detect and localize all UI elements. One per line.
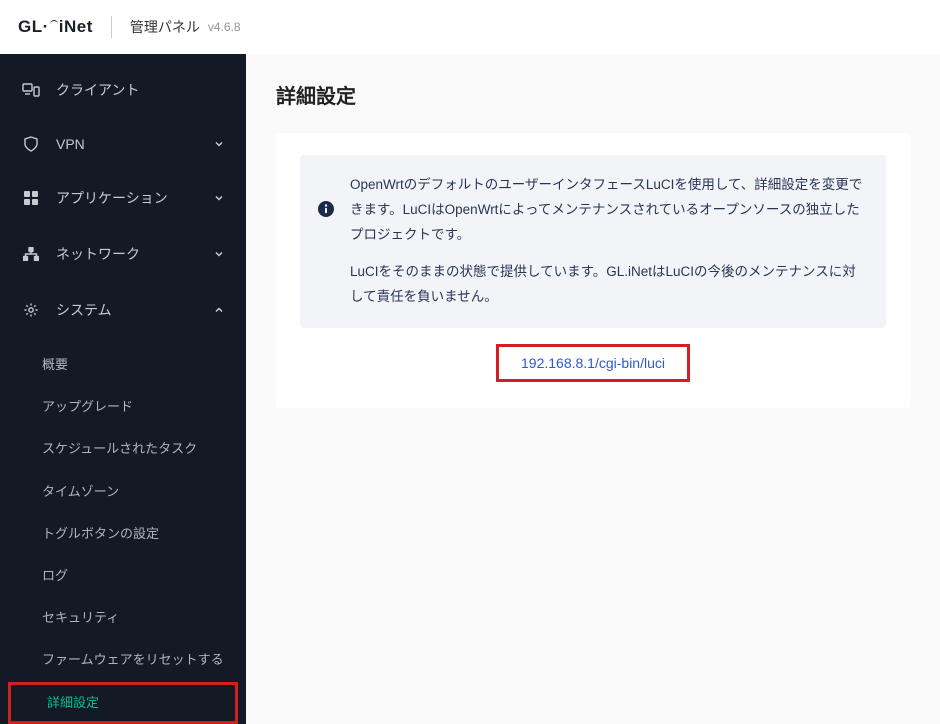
system-submenu: 概要 アップグレード スケジュールされたタスク タイムゾーン トグルボタンの設定… (0, 338, 246, 724)
panel-title: 管理パネル (130, 17, 200, 37)
sidebar-item-clients[interactable]: クライアント (0, 62, 246, 118)
sidebar-item-network[interactable]: ネットワーク (0, 226, 246, 282)
sidebar-item-vpn[interactable]: VPN (0, 118, 246, 170)
subitem-scheduled-tasks[interactable]: スケジュールされたタスク (0, 428, 246, 470)
subitem-log[interactable]: ログ (0, 555, 246, 597)
gear-icon (22, 302, 40, 318)
chevron-down-icon (214, 249, 224, 259)
apps-icon (22, 190, 40, 206)
network-icon (22, 246, 40, 262)
header: GL·iNet 管理パネル v4.6.8 (0, 0, 940, 54)
info-para-2: LuCIをそのままの状態で提供しています。GL.iNetはLuCIの今後のメンテ… (350, 260, 866, 310)
sidebar-item-applications[interactable]: アプリケーション (0, 170, 246, 226)
page-title: 詳細設定 (276, 80, 910, 109)
sidebar-item-label: アプリケーション (56, 188, 214, 208)
info-text: OpenWrtのデフォルトのユーザーインタフェースLuCIを使用して、詳細設定を… (350, 173, 866, 310)
content: 詳細設定 OpenWrtのデフォルトのユーザーインタフェースLuCIを使用して、… (246, 54, 940, 724)
version-label: v4.6.8 (208, 20, 241, 34)
divider (111, 16, 112, 38)
shield-icon (22, 136, 40, 152)
link-row: 192.168.8.1/cgi-bin/luci (300, 344, 886, 382)
sidebar-item-label: ネットワーク (56, 244, 214, 264)
subitem-timezone[interactable]: タイムゾーン (0, 471, 246, 513)
logo-right: iNet (59, 17, 93, 36)
chevron-down-icon (214, 193, 224, 203)
subitem-reset-firmware[interactable]: ファームウェアをリセットする (0, 639, 246, 681)
info-box: OpenWrtのデフォルトのユーザーインタフェースLuCIを使用して、詳細設定を… (300, 155, 886, 328)
info-para-1: OpenWrtのデフォルトのユーザーインタフェースLuCIを使用して、詳細設定を… (350, 173, 866, 248)
subitem-security[interactable]: セキュリティ (0, 597, 246, 639)
chevron-up-icon (214, 305, 224, 315)
subitem-upgrade[interactable]: アップグレード (0, 386, 246, 428)
sidebar-item-label: クライアント (56, 80, 224, 100)
sidebar-item-system[interactable]: システム (0, 282, 246, 338)
chevron-down-icon (214, 139, 224, 149)
info-icon (318, 201, 334, 217)
subitem-advanced-settings[interactable]: 詳細設定 (8, 682, 238, 724)
sidebar-item-label: システム (56, 300, 214, 320)
subitem-toggle-button[interactable]: トグルボタンの設定 (0, 513, 246, 555)
wifi-arc-icon (50, 20, 58, 28)
sidebar: クライアント VPN アプリケーション (0, 54, 246, 724)
logo: GL·iNet (18, 17, 93, 37)
logo-left: GL (18, 17, 43, 36)
subitem-overview[interactable]: 概要 (0, 344, 246, 386)
luci-link[interactable]: 192.168.8.1/cgi-bin/luci (496, 344, 690, 382)
clients-icon (22, 82, 40, 98)
card: OpenWrtのデフォルトのユーザーインタフェースLuCIを使用して、詳細設定を… (276, 133, 910, 408)
sidebar-item-label: VPN (56, 136, 214, 152)
